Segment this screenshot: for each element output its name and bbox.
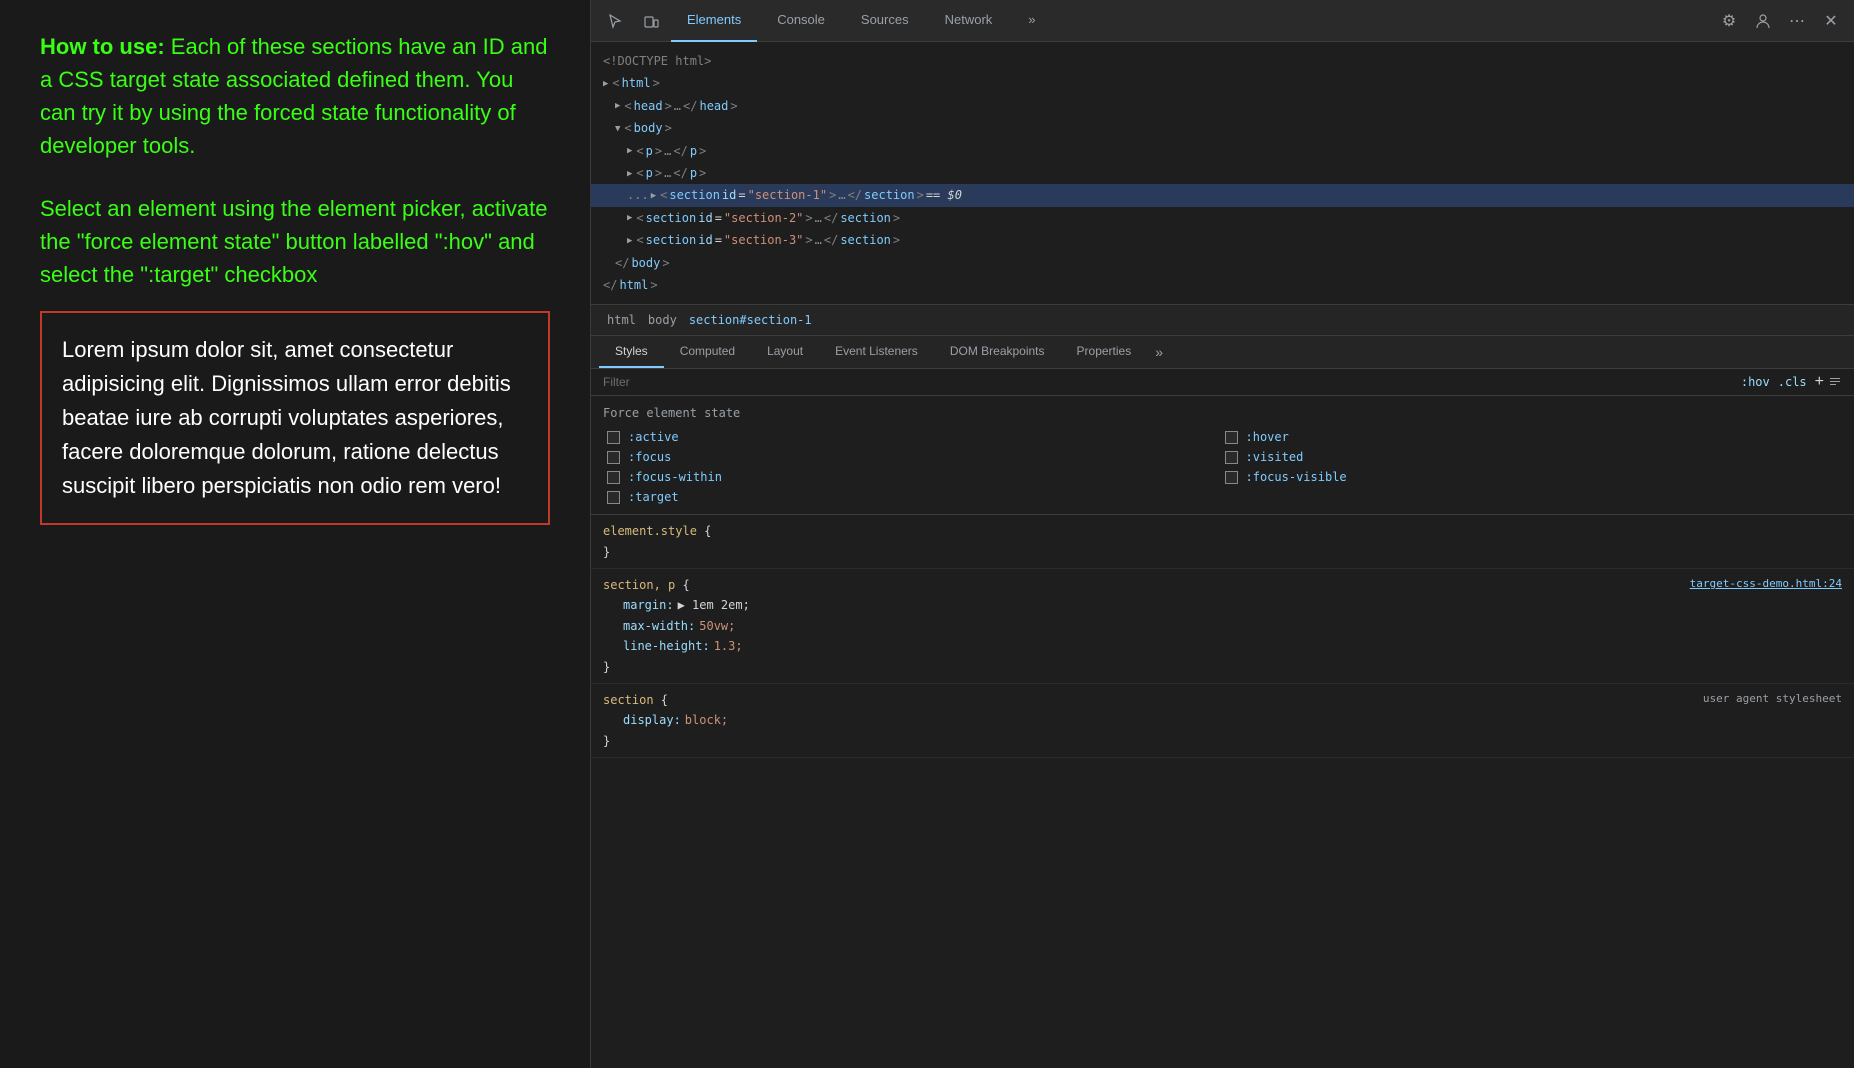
tab-styles[interactable]: Styles bbox=[599, 336, 664, 368]
force-state-title: Force element state bbox=[603, 406, 1842, 420]
tab-layout[interactable]: Layout bbox=[751, 336, 819, 368]
breadcrumb-html[interactable]: html bbox=[603, 311, 640, 329]
label-hover[interactable]: :hover bbox=[1246, 430, 1289, 444]
css-prop-margin: margin: ▶ 1em 2em; bbox=[603, 595, 1842, 615]
css-rule-section-ua: section { user agent stylesheet display:… bbox=[591, 684, 1854, 758]
expand-section3-icon[interactable] bbox=[627, 232, 632, 249]
tab-elements[interactable]: Elements bbox=[671, 0, 757, 42]
tree-doctype: <!DOCTYPE html> bbox=[591, 50, 1854, 72]
settings-icon[interactable]: ⚙ bbox=[1714, 6, 1744, 36]
css-prop-line-height: line-height: 1.3; bbox=[603, 636, 1842, 656]
checkbox-hover[interactable] bbox=[1225, 431, 1238, 444]
label-visited[interactable]: :visited bbox=[1246, 450, 1304, 464]
cb-row-focus: :focus bbox=[607, 450, 1225, 464]
cb-row-focus-within: :focus-within bbox=[607, 470, 1225, 484]
tree-html[interactable]: <html> bbox=[591, 72, 1854, 94]
tree-section1[interactable]: ... <section id="section-1">…</section> … bbox=[591, 184, 1854, 206]
tab-console[interactable]: Console bbox=[761, 0, 841, 42]
expand-html-icon[interactable] bbox=[603, 75, 608, 92]
css-selector-section-p: section, p bbox=[603, 578, 682, 592]
filter-bar: :hov .cls + bbox=[591, 369, 1854, 396]
tree-head[interactable]: <head>…</head> bbox=[591, 95, 1854, 117]
close-devtools-button[interactable]: ✕ bbox=[1816, 6, 1846, 36]
expand-section1-icon[interactable] bbox=[651, 187, 656, 204]
left-panel: How to use: Each of these sections have … bbox=[0, 0, 590, 1068]
add-style-rule-button[interactable]: + bbox=[1815, 373, 1824, 391]
tab-properties[interactable]: Properties bbox=[1061, 336, 1148, 368]
checkbox-focus[interactable] bbox=[607, 451, 620, 464]
css-link-section-p[interactable]: target-css-demo.html:24 bbox=[1690, 575, 1842, 594]
hov-button[interactable]: :hov bbox=[1741, 375, 1770, 389]
checkbox-focus-visible[interactable] bbox=[1225, 471, 1238, 484]
filter-input[interactable] bbox=[603, 375, 1741, 389]
cb-row-focus-visible: :focus-visible bbox=[1225, 470, 1843, 484]
checkbox-visited[interactable] bbox=[1225, 451, 1238, 464]
devtools-panel: Elements Console Sources Network » ⚙ ⋯ ✕… bbox=[590, 0, 1854, 1068]
label-target[interactable]: :target bbox=[628, 490, 679, 504]
checkbox-target[interactable] bbox=[607, 491, 620, 504]
cb-row-visited: :visited bbox=[1225, 450, 1843, 464]
css-link-user-agent: user agent stylesheet bbox=[1703, 690, 1842, 709]
breadcrumb-section1[interactable]: section#section-1 bbox=[685, 311, 816, 329]
cb-row-target: :target bbox=[607, 490, 1225, 504]
breadcrumb-body[interactable]: body bbox=[644, 311, 681, 329]
tree-body-close: </body> bbox=[591, 252, 1854, 274]
device-toolbar-button[interactable] bbox=[635, 5, 667, 37]
collapse-body-icon[interactable] bbox=[615, 120, 620, 137]
devtools-toolbar: Elements Console Sources Network » ⚙ ⋯ ✕ bbox=[591, 0, 1854, 42]
cls-button[interactable]: .cls bbox=[1778, 375, 1807, 389]
label-focus-within[interactable]: :focus-within bbox=[628, 470, 722, 484]
intro-paragraph: How to use: Each of these sections have … bbox=[40, 30, 550, 162]
intro-bold: How to use: bbox=[40, 34, 165, 59]
style-tabs-bar: Styles Computed Layout Event Listeners D… bbox=[591, 336, 1854, 369]
checkbox-focus-within[interactable] bbox=[607, 471, 620, 484]
tab-more[interactable]: » bbox=[1012, 0, 1051, 42]
tree-p1[interactable]: <p>…</p> bbox=[591, 140, 1854, 162]
label-focus-visible[interactable]: :focus-visible bbox=[1246, 470, 1347, 484]
cb-row-active: :active bbox=[607, 430, 1225, 444]
css-rule-section-p: section, p { target-css-demo.html:24 mar… bbox=[591, 569, 1854, 684]
expand-p2-icon[interactable] bbox=[627, 165, 632, 182]
style-tab-more-icon[interactable]: » bbox=[1147, 336, 1171, 368]
cb-row-hover: :hover bbox=[1225, 430, 1843, 444]
breadcrumb: html body section#section-1 bbox=[591, 305, 1854, 336]
expand-head-icon[interactable] bbox=[615, 97, 620, 114]
tab-computed[interactable]: Computed bbox=[664, 336, 751, 368]
label-active[interactable]: :active bbox=[628, 430, 679, 444]
lorem-text: Lorem ipsum dolor sit, amet consectetur … bbox=[62, 333, 528, 503]
expand-section2-icon[interactable] bbox=[627, 209, 632, 226]
section-box: Lorem ipsum dolor sit, amet consectetur … bbox=[40, 311, 550, 525]
instruction-paragraph: Select an element using the element pick… bbox=[40, 192, 550, 291]
css-rule-element-style: element.style { } bbox=[591, 515, 1854, 569]
tab-sources[interactable]: Sources bbox=[845, 0, 925, 42]
label-focus[interactable]: :focus bbox=[628, 450, 671, 464]
checkbox-grid: :active :hover :focus :visited :focus-wi… bbox=[603, 430, 1842, 504]
tree-p2[interactable]: <p>…</p> bbox=[591, 162, 1854, 184]
html-tree: <!DOCTYPE html> <html> <head>…</head> <b… bbox=[591, 42, 1854, 305]
tab-event-listeners[interactable]: Event Listeners bbox=[819, 336, 934, 368]
tree-html-close: </html> bbox=[591, 274, 1854, 296]
tree-section2[interactable]: <section id="section-2">…</section> bbox=[591, 207, 1854, 229]
css-selector-section-ua: section bbox=[603, 693, 661, 707]
more-options-icon[interactable]: ⋯ bbox=[1782, 6, 1812, 36]
tab-dom-breakpoints[interactable]: DOM Breakpoints bbox=[934, 336, 1061, 368]
css-prop-display: display: block; bbox=[603, 710, 1842, 730]
element-picker-button[interactable] bbox=[599, 5, 631, 37]
force-element-state-section: Force element state :active :hover :focu… bbox=[591, 396, 1854, 515]
tab-network[interactable]: Network bbox=[929, 0, 1009, 42]
checkbox-active[interactable] bbox=[607, 431, 620, 444]
tree-body[interactable]: <body> bbox=[591, 117, 1854, 139]
css-prop-max-width: max-width: 50vw; bbox=[603, 616, 1842, 636]
styles-content: Force element state :active :hover :focu… bbox=[591, 396, 1854, 1068]
profile-icon[interactable] bbox=[1748, 6, 1778, 36]
css-selector-element-style: element.style bbox=[603, 524, 704, 538]
tree-section3[interactable]: <section id="section-3">…</section> bbox=[591, 229, 1854, 251]
toggle-styles-button[interactable] bbox=[1828, 374, 1842, 391]
expand-p1-icon[interactable] bbox=[627, 142, 632, 159]
